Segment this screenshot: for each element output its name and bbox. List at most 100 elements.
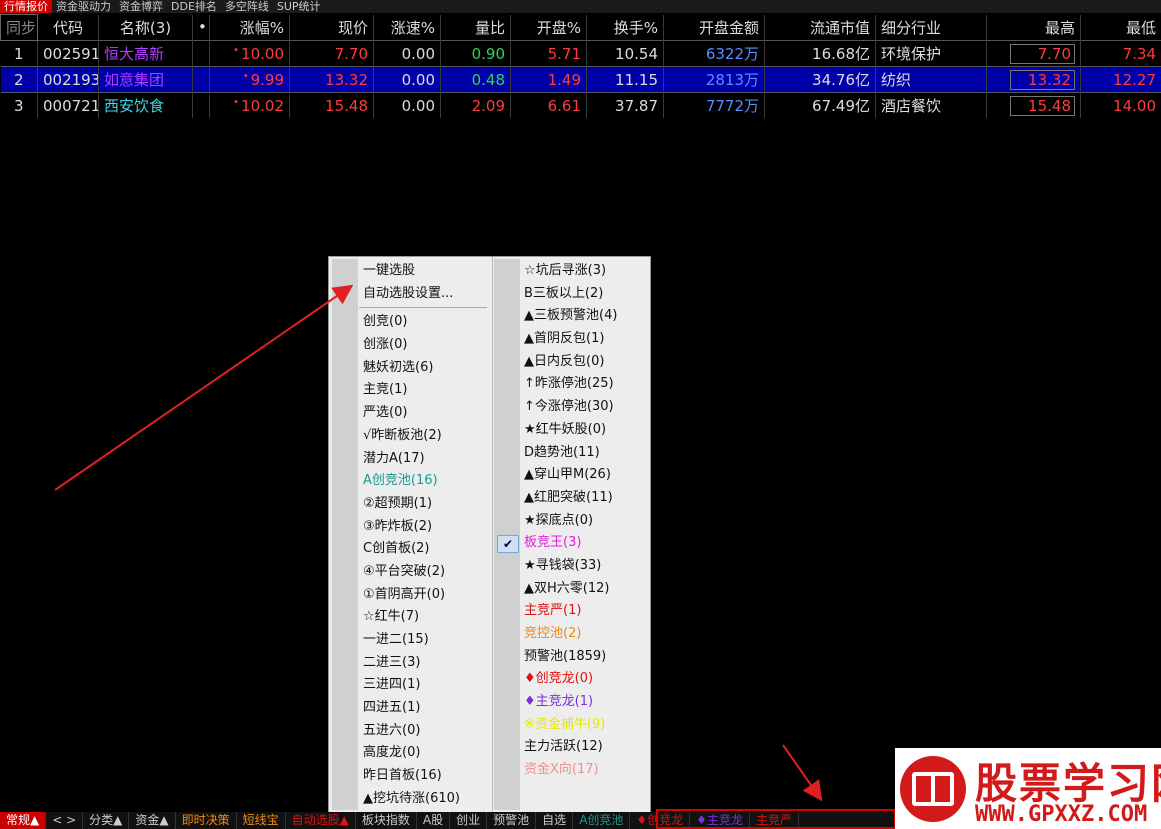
- menu-item-left-7[interactable]: A创竞池(16): [363, 470, 487, 493]
- menu-item-left-11[interactable]: ④平台突破(2): [363, 561, 487, 584]
- bottom-tab-8[interactable]: A股: [417, 812, 451, 829]
- menu-item-right-10[interactable]: ▲红肥突破(11): [524, 487, 617, 510]
- bottom-tab-12[interactable]: A创竞池: [573, 812, 631, 829]
- low-price: 14.00: [1080, 92, 1161, 118]
- menu-item-right-16[interactable]: 竞控池(2): [524, 623, 617, 646]
- menu-item-right-12[interactable]: ✔ 板竞王(3): [497, 532, 617, 555]
- menu-item-left-9[interactable]: ③昨炸板(2): [363, 516, 487, 539]
- column-header-10[interactable]: 开盘金额: [663, 14, 765, 41]
- high-price: 13.32: [986, 66, 1081, 93]
- menu-item-left-16[interactable]: 三进四(1): [363, 674, 487, 697]
- column-header-4[interactable]: 涨幅%: [209, 14, 290, 41]
- menu-item-left-5[interactable]: √昨断板池(2): [363, 425, 487, 448]
- menu-item-left-4[interactable]: 严选(0): [363, 402, 487, 425]
- change-value: 10.00: [241, 44, 284, 63]
- menu-item-right-5[interactable]: ↑昨涨停池(25): [524, 373, 617, 396]
- menu-item-left-13[interactable]: ☆红牛(7): [363, 606, 487, 629]
- column-header-9[interactable]: 换手%: [586, 14, 664, 41]
- menu-item-left-10[interactable]: C创首板(2): [363, 538, 487, 561]
- top-tab-3[interactable]: DDE排名: [167, 0, 221, 13]
- column-header-7[interactable]: 量比: [440, 14, 511, 41]
- bottom-tab-11[interactable]: 自选: [536, 812, 574, 829]
- menu-item-right-21[interactable]: 主力活跃(12): [524, 736, 617, 759]
- top-tab-4[interactable]: 多空阵线: [221, 0, 273, 13]
- menu-item-right-2[interactable]: ▲三板预警池(4): [524, 305, 617, 328]
- menu-item-left-0[interactable]: 创竞(0): [363, 311, 487, 334]
- menu-item-left-top-0[interactable]: 一键选股: [363, 260, 487, 283]
- stock-name: 恒大高新: [98, 40, 193, 67]
- table-row[interactable]: 2 002193 如意集团 • 9.99 13.32 0.00 0.48 1.49 11.15 28…: [0, 66, 1161, 93]
- top-tab-5[interactable]: SUP统计: [273, 0, 325, 13]
- bottom-tab-0[interactable]: 常规▲: [0, 812, 47, 829]
- menu-item-left-17[interactable]: 四进五(1): [363, 697, 487, 720]
- top-tab-1[interactable]: 资金驱动力: [52, 0, 115, 13]
- menu-item-left-14[interactable]: 一进二(15): [363, 629, 487, 652]
- column-header-12[interactable]: 细分行业: [875, 14, 987, 41]
- column-header-5[interactable]: 现价: [289, 14, 374, 41]
- table-row[interactable]: 3 000721 西安饮食 • 10.02 15.48 0.00 2.09 6.61 37.87 7…: [0, 92, 1161, 118]
- bottom-tab-1[interactable]: < >: [46, 812, 84, 829]
- menu-item-left-18[interactable]: 五进六(0): [363, 720, 487, 743]
- bottom-tab-10[interactable]: 预警池: [487, 812, 537, 829]
- top-tab-2[interactable]: 资金博弈: [115, 0, 167, 13]
- menu-item-right-14[interactable]: ▲双H六零(12): [524, 578, 617, 601]
- industry: 酒店餐饮: [875, 92, 987, 118]
- menu-item-right-15[interactable]: 主竞严(1): [524, 600, 617, 623]
- site-watermark: 股票学习网 WWW.GPXXZ.COM: [895, 748, 1161, 829]
- menu-item-left-1[interactable]: 创涨(0): [363, 334, 487, 357]
- column-header-8[interactable]: 开盘%: [510, 14, 587, 41]
- bottom-tab-7[interactable]: 板块指数: [356, 812, 417, 829]
- bottom-tab-9[interactable]: 创业: [450, 812, 488, 829]
- menu-item-right-3[interactable]: ▲首阴反包(1): [524, 328, 617, 351]
- change-pct: • 9.99: [209, 66, 290, 93]
- bottom-tab-4[interactable]: 即时决策: [176, 812, 237, 829]
- menu-item-right-18[interactable]: ♦创竞龙(0): [524, 668, 617, 691]
- menu-item-right-8[interactable]: D趋势池(11): [524, 442, 617, 465]
- menu-item-right-11[interactable]: ★探底点(0): [524, 510, 617, 533]
- menu-item-right-4[interactable]: ▲日内反包(0): [524, 351, 617, 374]
- menu-item-left-6[interactable]: 潜力A(17): [363, 448, 487, 471]
- menu-item-label: ↑昨涨停池(25): [524, 376, 614, 392]
- column-header-1[interactable]: 代码: [37, 14, 99, 41]
- bottom-tab-5[interactable]: 短线宝: [237, 812, 286, 829]
- bottom-tab-3[interactable]: 资金▲: [129, 812, 176, 829]
- menu-item-label: 预警池(1859): [524, 648, 607, 664]
- table-row[interactable]: 1 002591 恒大高新 • 10.00 7.70 0.00 0.90 5.71 10.54 63…: [0, 40, 1161, 67]
- column-header-6[interactable]: 涨速%: [373, 14, 441, 41]
- menu-item-right-6[interactable]: ↑今涨停池(30): [524, 396, 617, 419]
- column-header-14[interactable]: 最低: [1080, 14, 1161, 41]
- bottom-tab-6[interactable]: 自动选股▲: [286, 812, 356, 829]
- menu-item-left-21[interactable]: ▲挖坑待涨(610): [363, 788, 487, 811]
- bottom-tab-2[interactable]: 分类▲: [83, 812, 130, 829]
- top-tab-bar: 行情报价 资金驱动力 资金博弈 DDE排名 多空阵线 SUP统计: [0, 0, 1161, 13]
- menu-item-right-7[interactable]: ★红牛妖股(0): [524, 419, 617, 442]
- column-header-2[interactable]: 名称(3): [98, 14, 193, 41]
- column-header-3[interactable]: •: [192, 14, 210, 41]
- table-header: 同步 代码 名称(3) • 涨幅% 现价 涨速% 量比 开盘% 换手% 开盘金额 流通市值 细分行业 最高…: [0, 14, 1161, 41]
- menu-item-left-20[interactable]: 昨日首板(16): [363, 765, 487, 788]
- menu-item-right-19[interactable]: ♦主竞龙(1): [524, 691, 617, 714]
- market-cap: 67.49亿: [764, 92, 876, 118]
- menu-item-right-20[interactable]: ※资金捕牛(9): [524, 714, 617, 737]
- menu-item-left-19[interactable]: 高度龙(0): [363, 742, 487, 765]
- annotation-arrow-menu: [54, 284, 354, 491]
- menu-item-left-15[interactable]: 二进三(3): [363, 652, 487, 675]
- menu-item-left-12[interactable]: ①首阴高开(0): [363, 584, 487, 607]
- column-header-0[interactable]: 同步: [0, 14, 38, 41]
- menu-item-right-13[interactable]: ★寻钱袋(33): [524, 555, 617, 578]
- menu-item-right-0[interactable]: ☆坑后寻涨(3): [524, 260, 617, 283]
- menu-item-left-3[interactable]: 主竞(1): [363, 379, 487, 402]
- column-header-13[interactable]: 最高: [986, 14, 1081, 41]
- menu-item-right-9[interactable]: ▲穿山甲M(26): [524, 464, 617, 487]
- menu-item-left-8[interactable]: ②超预期(1): [363, 493, 487, 516]
- menu-item-right-17[interactable]: 预警池(1859): [524, 646, 617, 669]
- menu-item-left-top-1[interactable]: 自动选股设置...: [363, 283, 487, 306]
- menu-item-label: B三板以上(2): [524, 285, 604, 301]
- menu-item-right-1[interactable]: B三板以上(2): [524, 283, 617, 306]
- menu-item-left-2[interactable]: 魅妖初选(6): [363, 357, 487, 380]
- menu-item-right-22[interactable]: 资金X向(17): [524, 759, 617, 782]
- top-tab-0[interactable]: 行情报价: [0, 0, 52, 13]
- column-header-11[interactable]: 流通市值: [764, 14, 876, 41]
- change-dot-icon: •: [233, 44, 240, 56]
- row-index: 2: [0, 66, 38, 93]
